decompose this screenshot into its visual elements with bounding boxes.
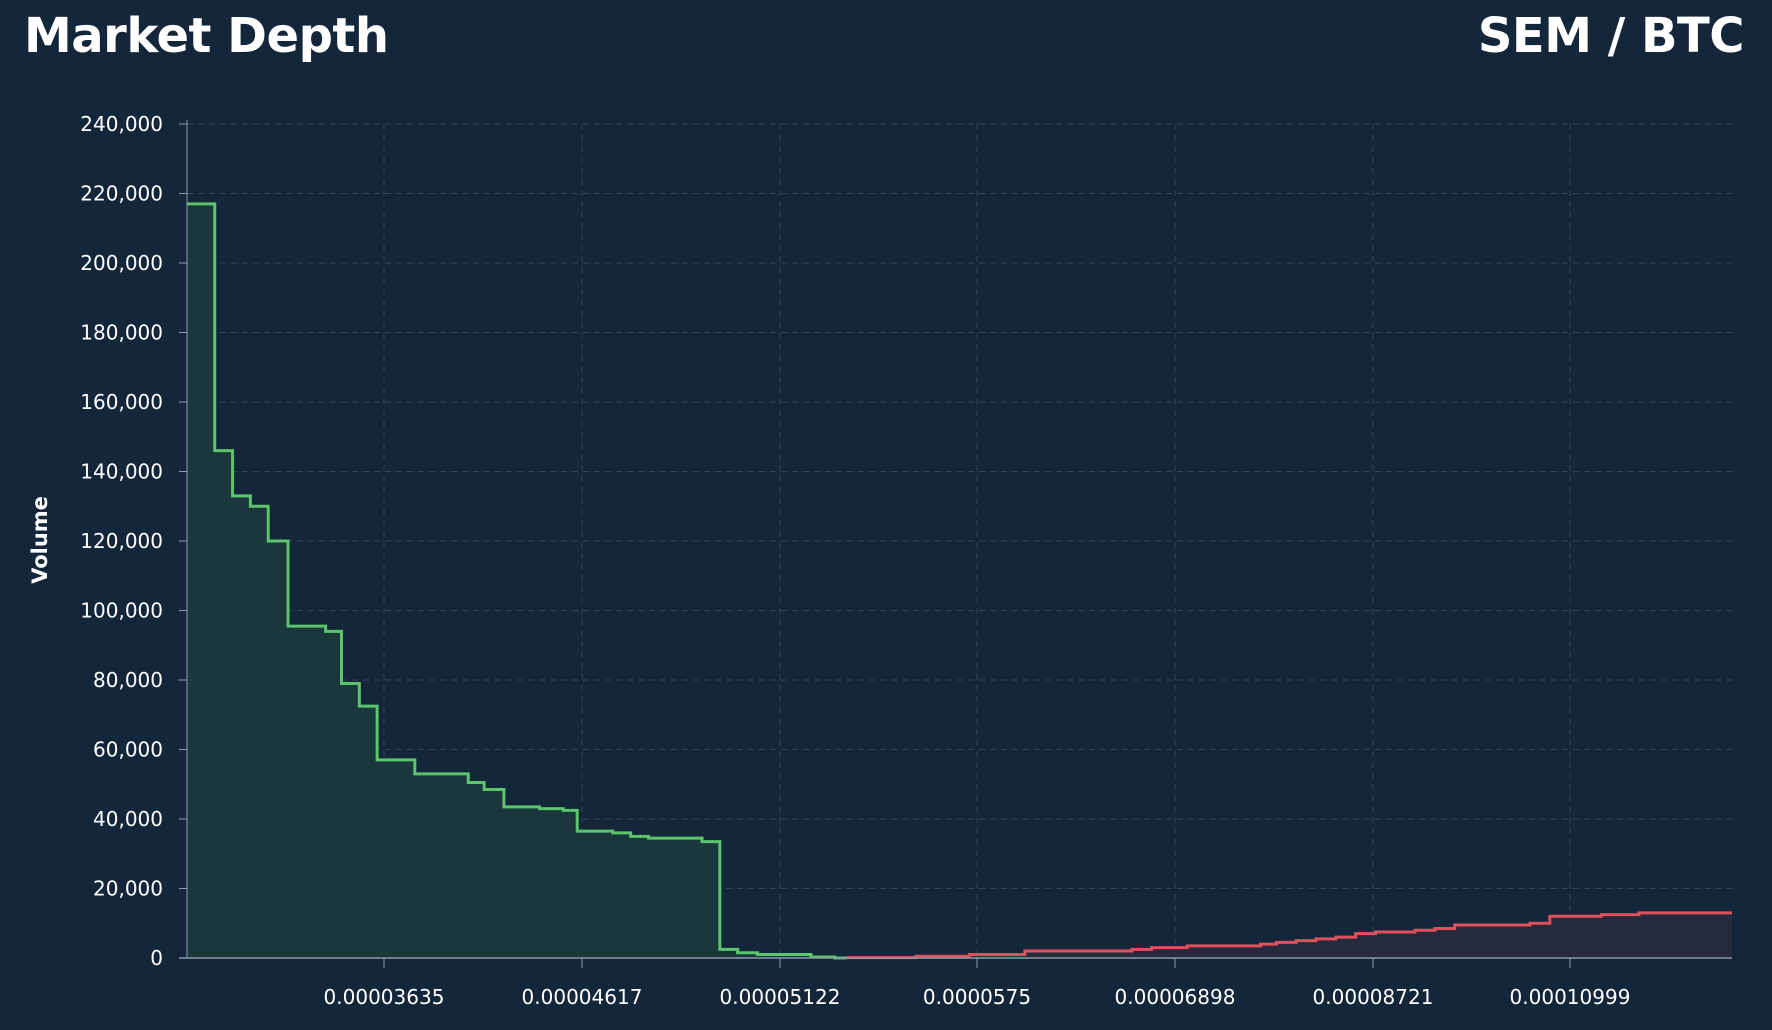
- x-tick-label: 0.0000575: [923, 985, 1031, 1009]
- x-tick-label: 0.00006898: [1115, 985, 1236, 1009]
- y-tick-label: 40,000: [93, 807, 163, 831]
- x-tick-label: 0.00003635: [324, 985, 445, 1009]
- x-tick-label: 0.00005122: [720, 985, 841, 1009]
- y-tick-label: 220,000: [80, 182, 163, 206]
- y-tick-label: 140,000: [80, 460, 163, 484]
- x-tick-label: 0.00004617: [522, 985, 643, 1009]
- y-tick-label: 60,000: [93, 738, 163, 762]
- x-tick-label: 0.00010999: [1510, 985, 1631, 1009]
- asks-area[interactable]: [846, 912, 1732, 958]
- y-tick-label: 240,000: [80, 112, 163, 136]
- y-tick-label: 0: [150, 946, 163, 970]
- x-tick-label: 0.00008721: [1313, 985, 1434, 1009]
- y-tick-label: 160,000: [80, 390, 163, 414]
- y-tick-label: 80,000: [93, 668, 163, 692]
- y-tick-label: 120,000: [80, 529, 163, 553]
- y-axis-title: Volume: [28, 496, 52, 584]
- y-tick-label: 180,000: [80, 321, 163, 345]
- y-tick-label: 200,000: [80, 251, 163, 275]
- y-tick-label: 100,000: [80, 599, 163, 623]
- depth-areas-layer: [187, 202, 1732, 960]
- market-depth-chart[interactable]: 0 20,000 40,000 60,000 80,000 100,000 120,000 1…: [0, 0, 1772, 1030]
- bids-area[interactable]: [187, 203, 847, 959]
- y-tick-label: 20,000: [93, 877, 163, 901]
